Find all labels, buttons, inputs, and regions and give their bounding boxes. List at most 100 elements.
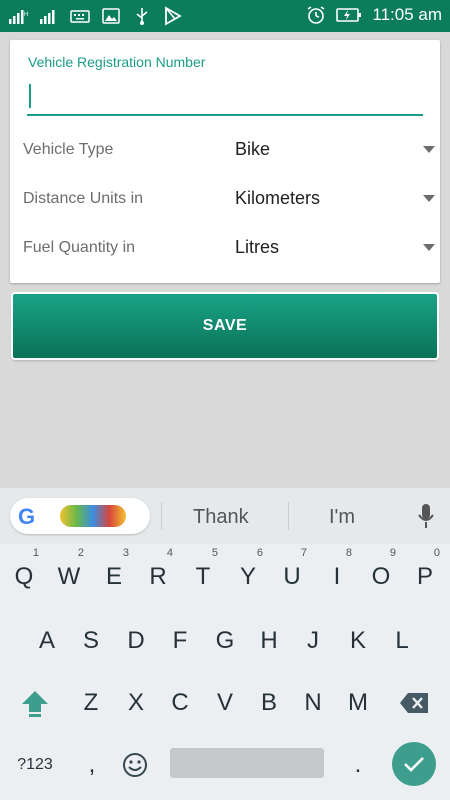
key-label: W <box>57 563 81 590</box>
clock: 11:05 am <box>372 5 442 24</box>
vehicle-type-dropdown[interactable]: Bike <box>235 132 435 168</box>
key-number-hint: 4 <box>166 547 173 559</box>
fuel-quantity-row: Fuel Quantity in Litres <box>22 230 435 266</box>
divider <box>161 502 162 530</box>
suggestion-2[interactable]: I'm <box>329 506 355 529</box>
key-number-hint: 8 <box>345 547 352 559</box>
period-key[interactable]: . <box>344 736 372 794</box>
enter-key[interactable] <box>392 742 436 786</box>
key-number-hint: 1 <box>32 547 39 559</box>
key-n[interactable]: N <box>291 674 335 732</box>
key-s[interactable]: S <box>69 612 113 670</box>
key-e[interactable]: E3 <box>92 547 136 606</box>
save-button[interactable]: SAVE <box>13 294 437 358</box>
soft-keyboard: G Thank I'm Q1W2E3R4T5Y6U7I8O9P0 ASDFGHJ… <box>0 488 450 800</box>
key-a[interactable]: A <box>25 612 69 670</box>
text-cursor <box>29 84 31 108</box>
space-key[interactable] <box>170 748 324 778</box>
keyboard-row-1: Q1W2E3R4T5Y6U7I8O9P0 <box>0 547 450 606</box>
key-h[interactable]: H <box>247 612 291 670</box>
key-o[interactable]: O9 <box>359 547 403 606</box>
backspace-key[interactable] <box>390 674 438 732</box>
key-d[interactable]: D <box>114 612 158 670</box>
shift-arrow-icon <box>22 691 48 717</box>
key-b[interactable]: B <box>247 674 291 732</box>
key-t[interactable]: T5 <box>181 547 225 606</box>
key-number-hint: 3 <box>122 547 129 559</box>
registration-number-label: Vehicle Registration Number <box>28 54 206 70</box>
keyboard-row-3: ZXCVBNM <box>0 674 450 732</box>
shift-key[interactable] <box>12 674 58 732</box>
key-m[interactable]: M <box>336 674 380 732</box>
fuel-quantity-dropdown[interactable]: Litres <box>235 230 435 266</box>
key-q[interactable]: Q1 <box>2 547 46 606</box>
suggestion-bar: G Thank I'm <box>0 488 450 544</box>
dropdown-arrow-icon <box>423 244 435 251</box>
keyboard-icon <box>70 10 90 23</box>
key-number-hint: 9 <box>389 547 396 559</box>
image-icon <box>102 8 120 24</box>
key-x[interactable]: X <box>114 674 158 732</box>
key-label: E <box>105 563 122 590</box>
google-search-button[interactable]: G <box>10 498 150 534</box>
microphone-icon[interactable] <box>417 502 435 530</box>
key-l[interactable]: L <box>380 612 424 670</box>
key-label: I <box>333 563 341 590</box>
key-k[interactable]: K <box>336 612 380 670</box>
notification-icons: H <box>8 6 183 26</box>
vehicle-form-card: Vehicle Registration Number Vehicle Type… <box>10 40 440 283</box>
registration-number-input[interactable] <box>27 76 423 116</box>
key-g[interactable]: G <box>203 612 247 670</box>
emoji-key[interactable] <box>118 736 152 794</box>
key-label: R <box>149 563 167 590</box>
key-label: T <box>195 563 211 590</box>
suggestion-1[interactable]: Thank <box>193 506 249 529</box>
key-f[interactable]: F <box>158 612 202 670</box>
key-number-hint: 2 <box>77 547 84 559</box>
distance-units-label: Distance Units in <box>23 190 144 207</box>
key-r[interactable]: R4 <box>136 547 180 606</box>
system-icons: 11:05 am <box>306 5 442 25</box>
key-label: U <box>283 563 301 590</box>
comma-key[interactable]: , <box>78 736 106 794</box>
key-c[interactable]: C <box>158 674 202 732</box>
fuel-quantity-label: Fuel Quantity in <box>23 239 136 256</box>
distance-units-value: Kilometers <box>235 188 321 208</box>
play-store-icon <box>165 6 182 26</box>
dropdown-arrow-icon <box>423 146 435 153</box>
emoji-icon <box>123 753 147 777</box>
divider <box>288 502 289 530</box>
key-w[interactable]: W2 <box>47 547 91 606</box>
symbols-key[interactable]: ?123 <box>6 736 64 794</box>
key-i[interactable]: I8 <box>315 547 359 606</box>
vehicle-type-row: Vehicle Type Bike <box>22 132 435 168</box>
distance-units-dropdown[interactable]: Kilometers <box>235 181 435 217</box>
key-v[interactable]: V <box>203 674 247 732</box>
vehicle-type-value: Bike <box>235 139 271 159</box>
key-u[interactable]: U7 <box>270 547 314 606</box>
key-j[interactable]: J <box>291 612 335 670</box>
alarm-icon <box>307 6 325 24</box>
google-logo-icon: G <box>18 504 36 529</box>
distance-units-row: Distance Units in Kilometers <box>22 181 435 217</box>
key-label: Y <box>239 563 256 590</box>
key-number-hint: 0 <box>433 547 440 559</box>
doodle-icon <box>60 505 126 527</box>
signal-icon: H <box>9 10 28 24</box>
battery-charging-icon <box>336 8 362 22</box>
key-label: Q <box>14 563 34 590</box>
fuel-quantity-value: Litres <box>235 237 280 257</box>
key-number-hint: 5 <box>211 547 218 559</box>
key-p[interactable]: P0 <box>403 547 447 606</box>
keyboard-row-2: ASDFGHJKL <box>0 612 450 670</box>
key-y[interactable]: Y6 <box>226 547 270 606</box>
svg-text:H: H <box>24 12 28 18</box>
signal-icon <box>40 10 55 24</box>
backspace-icon <box>400 693 428 713</box>
key-number-hint: 7 <box>300 547 307 559</box>
status-bar: H 11:05 am <box>0 0 450 32</box>
dropdown-arrow-icon <box>423 195 435 202</box>
key-label: P <box>416 563 433 590</box>
key-label: O <box>371 563 391 590</box>
key-z[interactable]: Z <box>69 674 113 732</box>
